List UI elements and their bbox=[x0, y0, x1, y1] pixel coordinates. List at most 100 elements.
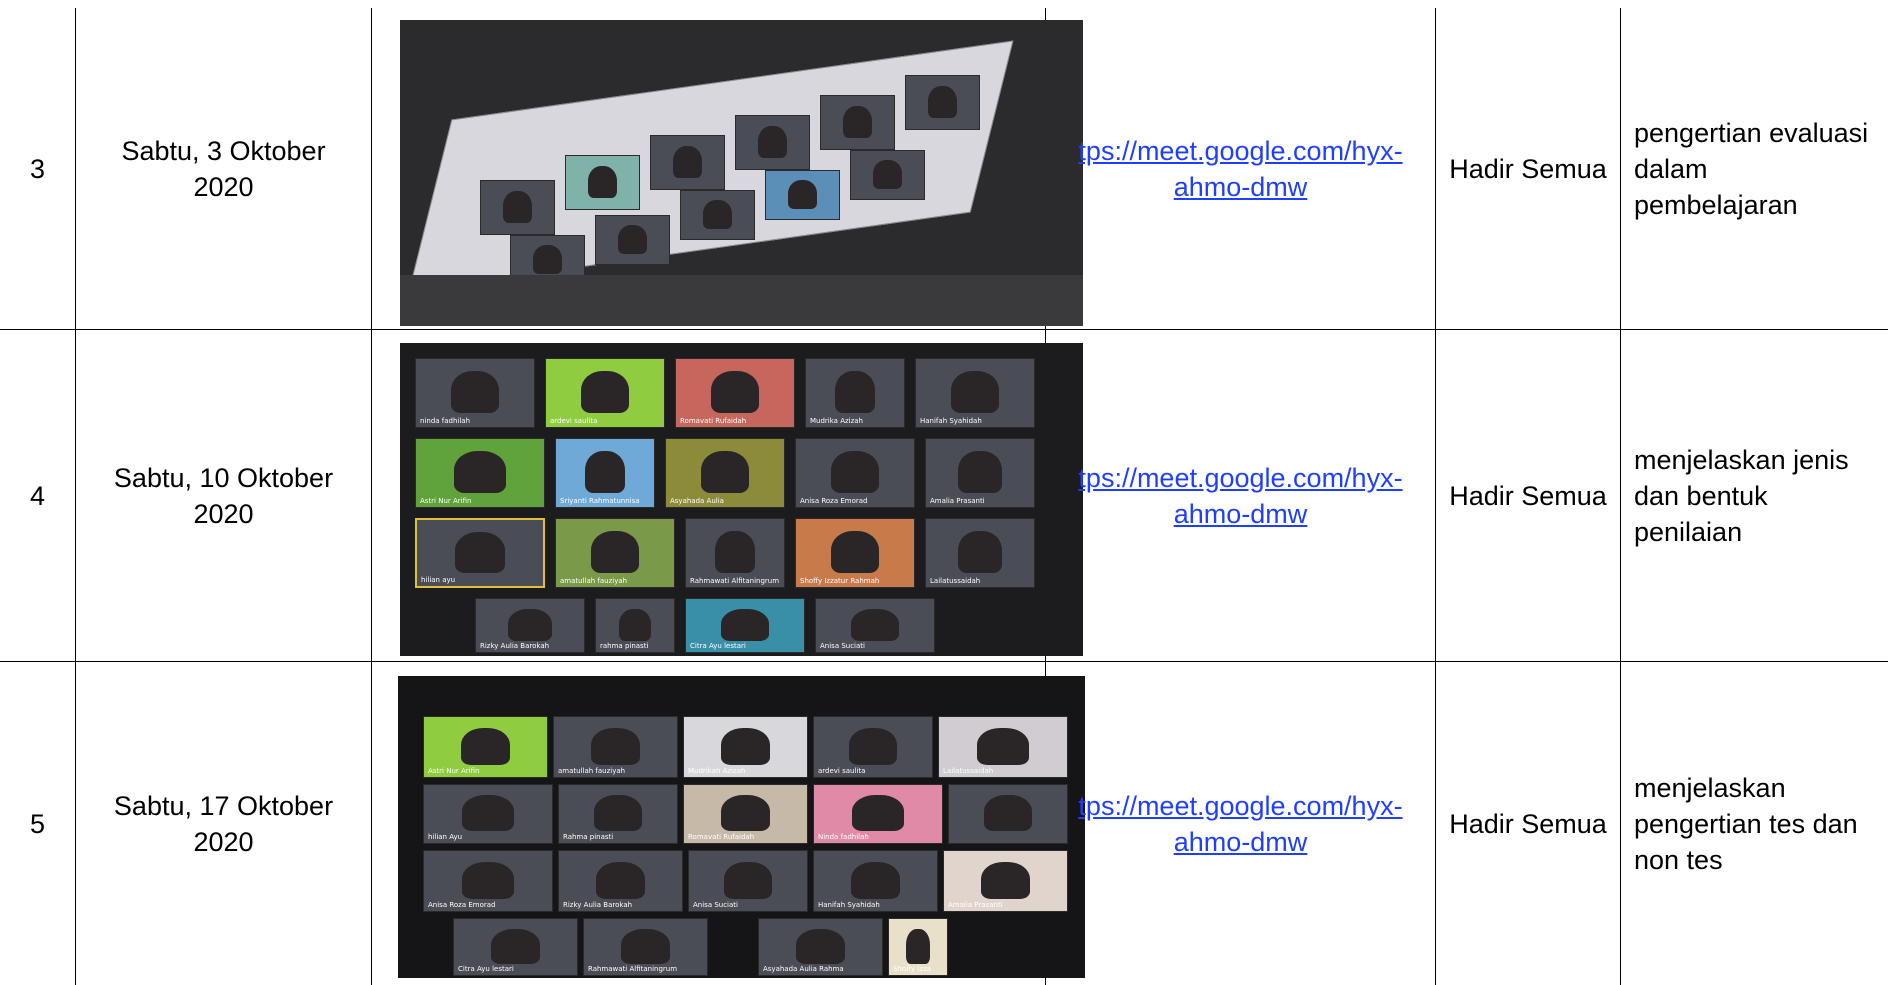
participant-tile: amatullah fauziyah bbox=[553, 716, 678, 778]
participant-name: Anisa Suciati bbox=[693, 901, 738, 909]
participant-name: ardevi saulita bbox=[818, 767, 866, 775]
participant-name: Mudrikah Azizah bbox=[688, 767, 746, 775]
meeting-screenshot: ninda fadhilah ardevi saulita Romavati R… bbox=[400, 343, 1083, 656]
material-cell: pengertian evaluasi dalam pembelajaran bbox=[1634, 8, 1888, 329]
attendance-table: 3 Sabtu, 3 Oktober 2020 tps://meet.googl… bbox=[0, 0, 1888, 985]
participant-tile: rahma pinasti bbox=[595, 598, 675, 653]
participant-avatar-icon bbox=[715, 531, 755, 574]
material-cell: menjelaskan jenis dan bentuk penilaian bbox=[1634, 330, 1888, 661]
meet-link[interactable]: ahmo-dmw bbox=[1174, 496, 1308, 532]
participant-avatar-icon bbox=[852, 795, 904, 832]
participant-name: hilian Ayu bbox=[428, 833, 463, 841]
participant-tile: ardevi saulita bbox=[545, 358, 665, 428]
participant-avatar-icon bbox=[835, 371, 875, 414]
participant-avatar-icon bbox=[787, 179, 818, 210]
material-cell: menjelaskan pengertian tes dan non tes bbox=[1634, 662, 1888, 985]
participant-tile: Shoffy Izzatur Rahmah bbox=[795, 518, 915, 588]
participant-avatar-icon bbox=[594, 795, 642, 832]
participant-tile: Rahmawati Alfitaningrum bbox=[583, 918, 708, 976]
participant-tile bbox=[765, 170, 840, 220]
participant-tile bbox=[905, 75, 980, 130]
participant-name: Asyahada Aulia bbox=[670, 497, 724, 505]
participant-tile: Astri Nur Arifin bbox=[415, 438, 545, 508]
participant-name: ninda fadhilah bbox=[420, 417, 471, 425]
material-line: pengertian evaluasi bbox=[1634, 117, 1869, 148]
participant-name: Asyahada Aulia Rahma bbox=[763, 965, 844, 973]
participant-name: Romavati Rufaidah bbox=[680, 417, 747, 425]
participant-avatar-icon bbox=[702, 199, 733, 230]
participant-tile: Anisa Suciati bbox=[688, 850, 808, 912]
participant-avatar-icon bbox=[617, 224, 648, 255]
participant-tile: ardevi saulita bbox=[813, 716, 933, 778]
participant-tile: Astri Nur Arifin bbox=[423, 716, 548, 778]
attendance-status: Hadir Semua bbox=[1449, 153, 1607, 184]
participant-tile: Asyahada Aulia Rahma bbox=[758, 918, 883, 976]
participant-tile bbox=[735, 115, 810, 170]
participant-tile: Mudrika Azizah bbox=[805, 358, 905, 428]
participant-avatar-icon bbox=[585, 451, 625, 494]
participant-avatar-icon bbox=[462, 795, 514, 832]
participant-avatar-icon bbox=[720, 795, 771, 832]
meet-link[interactable]: tps://meet.google.com/hyx- bbox=[1078, 788, 1402, 824]
participant-tile bbox=[595, 215, 670, 265]
date-line: 2020 bbox=[193, 498, 254, 529]
participant-tile: Hanifah Syahidah bbox=[915, 358, 1035, 428]
attendance-status: Hadir Semua bbox=[1449, 808, 1607, 839]
participant-tile: Anisa Suciati bbox=[815, 598, 935, 653]
participant-name: Rahma pinasti bbox=[563, 833, 614, 841]
row-number: 5 bbox=[29, 808, 46, 839]
participant-tile: Hanifah Syahidah bbox=[813, 850, 938, 912]
meet-link[interactable]: tps://meet.google.com/hyx- bbox=[1078, 133, 1402, 169]
participant-name: Ninda fadhilah bbox=[818, 833, 869, 841]
material-line: pembelajaran bbox=[1634, 189, 1798, 220]
participant-avatar-icon bbox=[711, 371, 759, 414]
meet-link[interactable]: ahmo-dmw bbox=[1174, 824, 1308, 860]
date-line: Sabtu, 10 Oktober bbox=[113, 462, 334, 493]
participant-tile: Lailatussaidah bbox=[925, 518, 1035, 588]
participant-avatar-icon bbox=[502, 190, 533, 224]
participant-avatar-icon bbox=[958, 451, 1002, 494]
link-cell: tps://meet.google.com/hyx- ahmo-dmw bbox=[1046, 330, 1435, 661]
meet-link[interactable]: ahmo-dmw bbox=[1174, 169, 1308, 205]
participant-avatar-icon bbox=[595, 861, 646, 899]
meet-link[interactable]: tps://meet.google.com/hyx- bbox=[1078, 460, 1402, 496]
participant-tile bbox=[565, 155, 640, 210]
material-line: menjelaskan bbox=[1634, 772, 1786, 803]
participant-tile: Citra Ayu lestari bbox=[453, 918, 578, 976]
participant-avatar-icon bbox=[831, 531, 879, 574]
link-cell: tps://meet.google.com/hyx- ahmo-dmw bbox=[1046, 662, 1435, 985]
participant-name: Lailatussaidah bbox=[930, 577, 981, 585]
participant-name: Hanifah Syahidah bbox=[818, 901, 880, 909]
row-number: 4 bbox=[29, 480, 46, 511]
material-line: dan bentuk bbox=[1634, 480, 1768, 511]
participant-avatar-icon bbox=[462, 861, 514, 899]
participant-avatar-icon bbox=[980, 861, 1031, 899]
participant-avatar-icon bbox=[757, 125, 788, 159]
date-line: 2020 bbox=[193, 826, 254, 857]
date-line: Sabtu, 3 Oktober bbox=[121, 135, 326, 166]
participant-tile bbox=[650, 135, 725, 190]
participant-tile bbox=[480, 180, 555, 235]
participant-tile: Anisa Roza Emorad bbox=[795, 438, 915, 508]
participant-name: amatullah fauziyah bbox=[558, 767, 626, 775]
participant-name: Sriyanti Rahmatunnisa bbox=[560, 497, 640, 505]
participant-tile: Sriyanti Rahmatunnisa bbox=[555, 438, 655, 508]
attendance-cell: Hadir Semua bbox=[1436, 662, 1620, 985]
participant-tile: Shoffy Izza bbox=[888, 918, 948, 976]
table-row: 4 bbox=[0, 330, 75, 661]
table-border bbox=[1620, 8, 1621, 985]
participant-avatar-icon bbox=[842, 105, 873, 139]
participant-avatar-icon bbox=[724, 861, 772, 899]
participant-avatar-icon bbox=[454, 451, 506, 494]
participant-avatar-icon bbox=[532, 244, 563, 275]
participant-avatar-icon bbox=[831, 451, 879, 494]
attendance-cell: Hadir Semua bbox=[1436, 330, 1620, 661]
participant-avatar-icon bbox=[977, 727, 1029, 765]
participant-name: Rizky Aulia Barokah bbox=[480, 642, 550, 650]
attendance-cell: Hadir Semua bbox=[1436, 8, 1620, 329]
material-line: non tes bbox=[1634, 844, 1723, 875]
participant-name: Astri Nur Arifin bbox=[428, 767, 480, 775]
participant-name: hilian ayu bbox=[421, 576, 456, 584]
participant-name: Mudrika Azizah bbox=[810, 417, 863, 425]
material-line: pengertian tes dan bbox=[1634, 808, 1858, 839]
